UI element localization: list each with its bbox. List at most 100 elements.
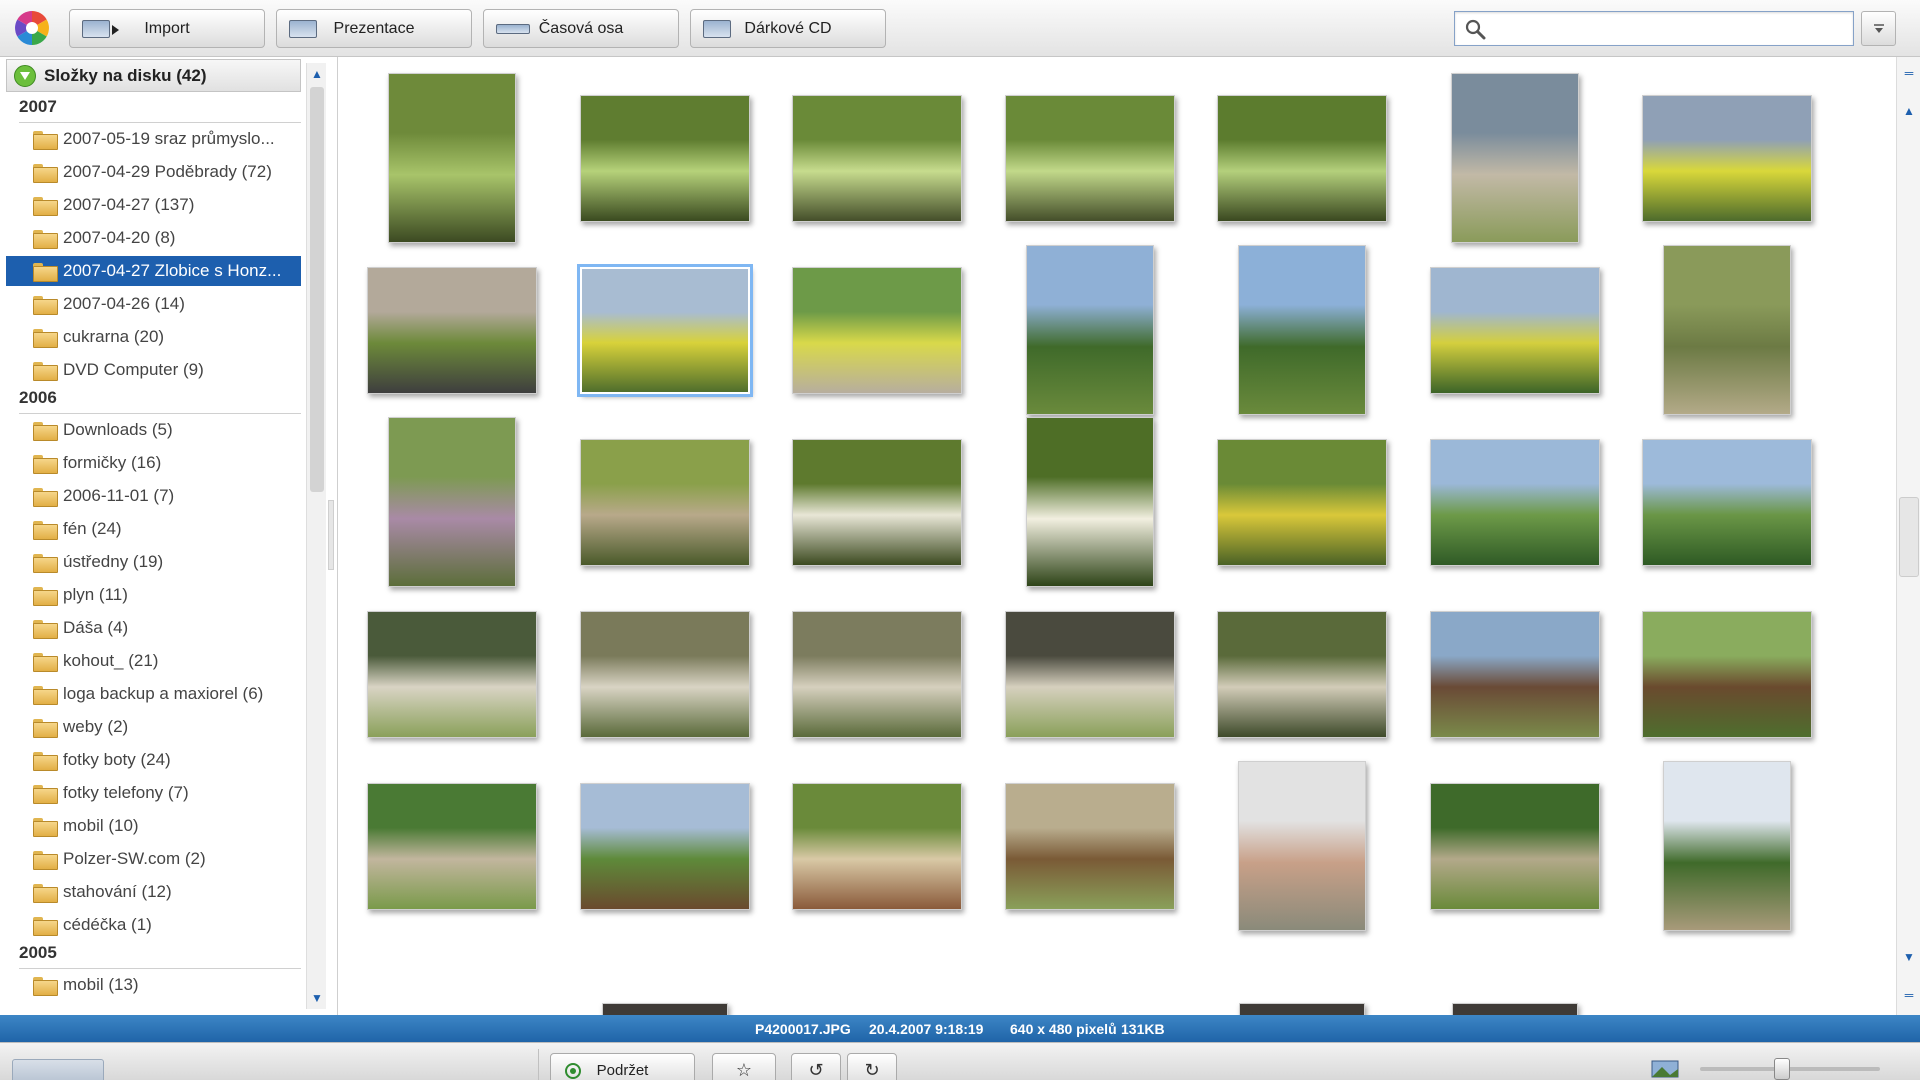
gift-cd-button[interactable]: Dárkové CD xyxy=(690,9,886,48)
grid-scroll-bottom-icon[interactable]: ═ xyxy=(1899,985,1919,1005)
folder-icon xyxy=(33,784,58,804)
photo-thumbnail[interactable] xyxy=(579,94,750,222)
folder-item[interactable]: fotky telefony (7) xyxy=(33,778,301,808)
folder-item[interactable]: ústředny (19) xyxy=(33,547,301,577)
folder-item[interactable]: plyn (11) xyxy=(33,580,301,610)
folder-label: fotky boty (24) xyxy=(63,750,171,769)
photo-thumbnail[interactable] xyxy=(579,438,750,566)
photo-thumbnail[interactable] xyxy=(1642,610,1812,738)
photo-thumbnail[interactable] xyxy=(792,94,962,222)
folder-item[interactable]: loga backup a maxiorel (6) xyxy=(33,679,301,709)
photo-thumbnail[interactable] xyxy=(792,266,962,394)
photo-thumbnail[interactable] xyxy=(1663,761,1791,931)
folder-item[interactable]: fén (24) xyxy=(33,514,301,544)
grid-scroll-thumb[interactable] xyxy=(1899,497,1919,577)
folder-item[interactable]: mobil (13) xyxy=(33,970,301,1000)
folder-item[interactable]: Downloads (5) xyxy=(33,415,301,445)
photo-thumbnail[interactable] xyxy=(1642,438,1812,566)
photo-thumbnail[interactable] xyxy=(388,417,516,587)
photo-thumbnail[interactable] xyxy=(601,1003,728,1015)
photo-thumbnail[interactable] xyxy=(579,610,750,738)
photo-thumbnail[interactable] xyxy=(1238,761,1366,931)
grid-scroll-down-icon[interactable]: ▼ xyxy=(1899,947,1919,967)
photo-thumbnail[interactable] xyxy=(1217,94,1387,222)
grid-scroll-up-icon[interactable]: ▲ xyxy=(1899,101,1919,121)
scroll-down-icon[interactable]: ▼ xyxy=(307,987,327,1009)
import-button[interactable]: Import xyxy=(69,9,265,48)
rotate-right-button[interactable]: ↻ xyxy=(847,1053,897,1080)
grid-scroll-top-icon[interactable]: ═ xyxy=(1899,63,1919,83)
photo-tray-panel[interactable] xyxy=(12,1059,104,1080)
folder-item[interactable]: 2007-04-26 (14) xyxy=(33,289,301,319)
photo-thumbnail[interactable] xyxy=(1429,266,1600,394)
hold-button[interactable]: Podržet xyxy=(550,1053,695,1080)
collapse-toggle-icon[interactable] xyxy=(14,64,36,87)
search-options-button[interactable] xyxy=(1861,11,1896,46)
photo-thumbnail[interactable] xyxy=(579,782,750,910)
scrollbar-thumb[interactable] xyxy=(310,87,324,492)
folder-item[interactable]: cédéčka (1) xyxy=(33,910,301,940)
folder-item[interactable]: Polzer-SW.com (2) xyxy=(33,844,301,874)
folder-item[interactable]: Dáša (4) xyxy=(33,613,301,643)
photo-thumbnail[interactable] xyxy=(1663,245,1791,415)
folders-header[interactable]: Složky na disku (42) xyxy=(6,59,301,92)
photo-thumbnail[interactable] xyxy=(1025,417,1154,587)
photo-thumbnail[interactable] xyxy=(1025,245,1154,415)
photo-thumbnail[interactable] xyxy=(1642,94,1812,222)
grid-scrollbar[interactable]: ═ ▲ ▼ ═ xyxy=(1896,57,1920,1015)
folder-item[interactable]: 2007-04-29 Poděbrady (72) xyxy=(33,157,301,187)
folder-item[interactable]: kohout_ (21) xyxy=(33,646,301,676)
folder-item[interactable]: 2007-04-27 Zlobice s Honz... xyxy=(6,256,301,286)
photo-thumbnail[interactable] xyxy=(367,610,537,738)
folder-item[interactable]: DVD Computer (9) xyxy=(33,355,301,385)
folder-item[interactable]: formičky (16) xyxy=(33,448,301,478)
photo-thumbnail[interactable] xyxy=(576,263,753,397)
photo-thumbnail[interactable] xyxy=(1217,610,1387,738)
sidebar-scrollbar[interactable]: ▲ ▼ xyxy=(306,63,326,1009)
folder-item[interactable]: 2006-11-01 (7) xyxy=(33,481,301,511)
timeline-button[interactable]: Časová osa xyxy=(483,9,679,48)
sidebar-resize-handle[interactable] xyxy=(328,500,334,570)
folder-item[interactable]: 2007-04-27 (137) xyxy=(33,190,301,220)
year-header: 2007 xyxy=(19,97,301,123)
folder-item[interactable]: mobil (10) xyxy=(33,811,301,841)
folder-label: fotky telefony (7) xyxy=(63,783,189,802)
folder-item[interactable]: cukrarna (20) xyxy=(33,322,301,352)
photo-thumbnail[interactable] xyxy=(1429,438,1600,566)
photo-thumbnail[interactable] xyxy=(1238,245,1366,415)
photo-thumbnail[interactable] xyxy=(367,266,537,394)
folder-label: mobil (10) xyxy=(63,816,139,835)
photo-thumbnail[interactable] xyxy=(1217,438,1387,566)
search-input[interactable] xyxy=(1491,16,1846,41)
star-button[interactable]: ☆ xyxy=(712,1053,776,1080)
scroll-up-icon[interactable]: ▲ xyxy=(307,63,327,85)
photo-thumbnail[interactable] xyxy=(1004,610,1175,738)
photo-thumbnail[interactable] xyxy=(1451,1003,1578,1015)
folder-label: fén (24) xyxy=(63,519,122,538)
folder-item[interactable]: 2007-05-19 sraz průmyslo... xyxy=(33,124,301,154)
photo-thumbnail[interactable] xyxy=(792,438,962,566)
photo-thumbnail[interactable] xyxy=(792,610,962,738)
photo-thumbnail[interactable] xyxy=(1004,782,1175,910)
slider-knob[interactable] xyxy=(1773,1058,1790,1080)
photo-thumbnail[interactable] xyxy=(1004,94,1175,222)
search-box[interactable] xyxy=(1454,11,1854,46)
photo-thumbnail[interactable] xyxy=(1429,782,1600,910)
triangle-arrow-icon xyxy=(112,25,119,35)
folder-item[interactable]: weby (2) xyxy=(33,712,301,742)
slideshow-button[interactable]: Prezentace xyxy=(276,9,472,48)
folder-icon xyxy=(33,262,58,282)
rotate-left-button[interactable]: ↺ xyxy=(791,1053,841,1080)
folder-icon xyxy=(33,817,58,837)
photo-thumbnail[interactable] xyxy=(792,782,962,910)
photo-thumbnail[interactable] xyxy=(1239,1003,1365,1015)
folder-item[interactable]: 2007-04-20 (8) xyxy=(33,223,301,253)
photo-thumbnail[interactable] xyxy=(1429,610,1600,738)
folder-item[interactable]: fotky boty (24) xyxy=(33,745,301,775)
folder-item[interactable]: stahování (12) xyxy=(33,877,301,907)
photo-thumbnail[interactable] xyxy=(367,782,537,910)
photo-thumbnail[interactable] xyxy=(388,73,516,243)
thumbnail-size-slider[interactable] xyxy=(1700,1058,1880,1080)
photo-thumbnail[interactable] xyxy=(1450,73,1579,243)
picasa-logo-icon[interactable] xyxy=(13,9,51,47)
